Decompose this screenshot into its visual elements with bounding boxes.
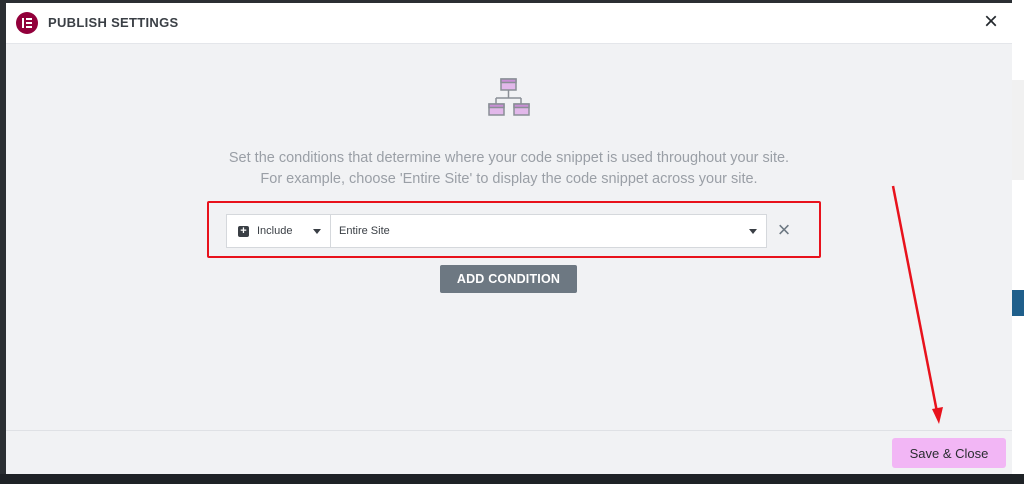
annotation-arrow-icon <box>891 185 943 424</box>
